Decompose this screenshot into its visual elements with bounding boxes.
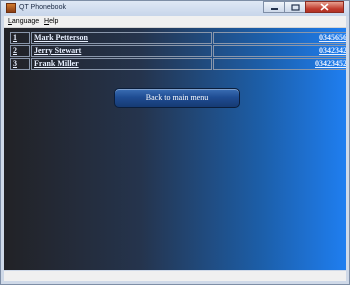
contact-phone[interactable]: 03456564 [213, 32, 346, 44]
menu-language-label: anguage [11, 18, 40, 25]
table-row: 2 Jerry Stewart 03423423 [10, 45, 346, 57]
menu-bar: Language Help [4, 16, 346, 28]
back-to-main-menu-button[interactable]: Back to main menu [114, 88, 240, 108]
contact-name[interactable]: Frank Miller [31, 58, 212, 70]
menu-help-label: elp [49, 18, 59, 25]
contact-phone[interactable]: 034234524 [213, 58, 346, 70]
row-index[interactable]: 3 [10, 58, 30, 70]
maximize-button[interactable] [284, 1, 306, 13]
close-icon [320, 3, 329, 11]
contact-phone[interactable]: 03423423 [213, 45, 346, 57]
menu-help[interactable]: Help [44, 16, 58, 27]
app-window: QT Phonebook Language Help 1 Mark Petter… [0, 0, 350, 285]
contact-name[interactable]: Mark Petterson [31, 32, 212, 44]
main-content: 1 Mark Petterson 03456564 2 Jerry Stewar… [4, 28, 346, 270]
minimize-button[interactable] [263, 1, 285, 13]
row-index[interactable]: 1 [10, 32, 30, 44]
contact-name[interactable]: Jerry Stewart [31, 45, 212, 57]
contacts-table: 1 Mark Petterson 03456564 2 Jerry Stewar… [9, 31, 346, 71]
table-row: 1 Mark Petterson 03456564 [10, 32, 346, 44]
close-button[interactable] [305, 1, 344, 13]
window-controls [263, 1, 344, 13]
title-bar[interactable]: QT Phonebook [1, 1, 349, 16]
menu-language[interactable]: Language [8, 16, 39, 27]
app-icon [6, 3, 16, 13]
minimize-icon [270, 8, 278, 10]
table-row: 3 Frank Miller 034234524 [10, 58, 346, 70]
row-index[interactable]: 2 [10, 45, 30, 57]
window-title: QT Phonebook [19, 4, 66, 11]
status-bar [4, 271, 346, 281]
maximize-icon [290, 3, 300, 11]
